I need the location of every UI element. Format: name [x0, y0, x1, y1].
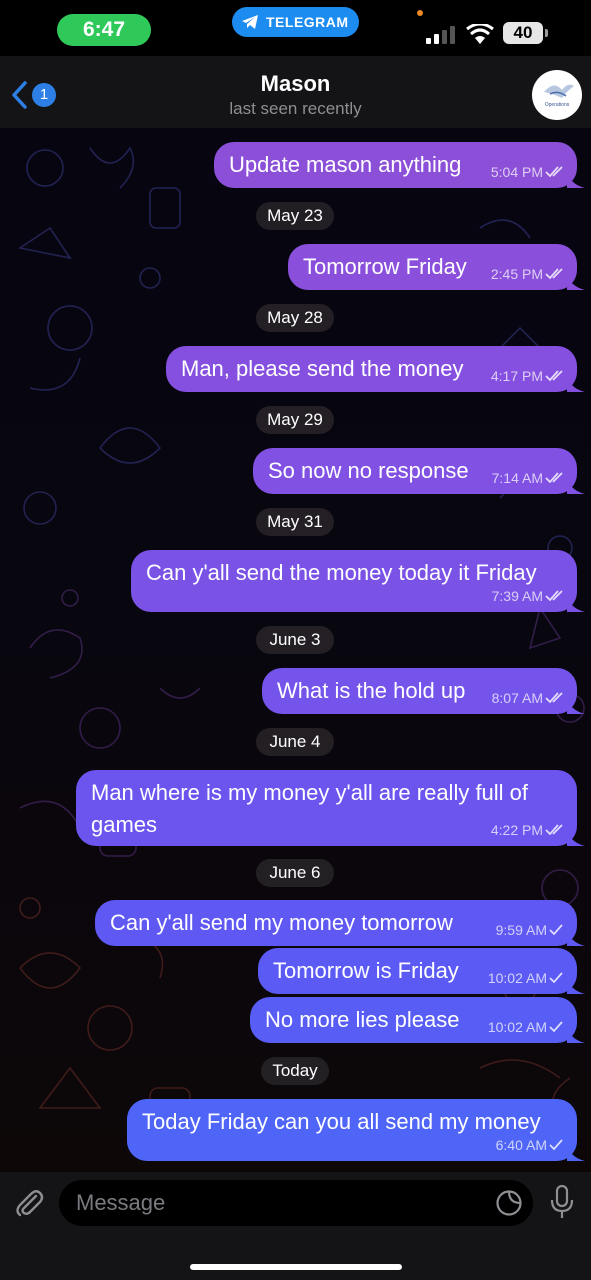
check-icon: [549, 1021, 563, 1033]
date-separator: May 29: [256, 406, 334, 434]
message-text: Tomorrow Friday: [303, 254, 467, 279]
composer-bar: Message: [0, 1172, 591, 1280]
last-seen-status: last seen recently: [229, 99, 362, 118]
message-meta: 4:17 PM: [491, 368, 565, 384]
message-text: Update mason anything: [229, 152, 462, 177]
message-meta: 6:40 AM: [496, 1137, 565, 1153]
outgoing-message[interactable]: Tomorrow is Friday 10:02 AM: [258, 948, 585, 994]
avatar-text: Operations: [545, 102, 570, 108]
message-time: 9:59 AM: [495, 922, 547, 938]
outgoing-message[interactable]: Can y'all send the money today it Friday…: [131, 550, 585, 612]
double-check-icon: [545, 166, 563, 178]
message-text: Man, please send the money: [181, 356, 464, 381]
message-text: Can y'all send the money today it Friday: [146, 560, 537, 585]
cellular-signal-icon: [426, 26, 455, 44]
outgoing-message[interactable]: Man where is my money y'all are really f…: [76, 770, 585, 846]
double-check-icon: [545, 824, 563, 836]
telegram-call-pill[interactable]: TELEGRAM: [232, 7, 359, 37]
outgoing-message[interactable]: No more lies please 10:02 AM: [250, 997, 585, 1043]
bubble-tail: [567, 976, 585, 994]
microphone-icon[interactable]: [548, 1184, 576, 1220]
contact-name[interactable]: Mason: [0, 71, 591, 97]
message-time: 5:04 PM: [490, 164, 543, 180]
chat-header: 1 Mason last seen recently Operations: [0, 56, 591, 128]
outgoing-message[interactable]: Update mason anything 5:04 PM: [214, 142, 585, 188]
bubble-tail: [567, 476, 585, 494]
date-separator: May 28: [256, 304, 334, 332]
message-time: 6:40 AM: [495, 1137, 547, 1153]
battery-nub: [545, 29, 548, 37]
message-time: 7:39 AM: [491, 588, 543, 604]
bubble-tail: [567, 1143, 585, 1161]
message-meta: 7:39 AM: [492, 588, 565, 604]
message-meta: 10:02 AM: [488, 970, 565, 986]
check-icon: [549, 924, 563, 936]
message-time: 7:14 AM: [491, 470, 543, 486]
message-time: 2:45 PM: [490, 266, 543, 282]
outgoing-message[interactable]: Tomorrow Friday 2:45 PM: [288, 244, 585, 290]
message-meta: 5:04 PM: [491, 164, 565, 180]
message-meta: 9:59 AM: [496, 922, 565, 938]
check-icon: [549, 1139, 563, 1151]
status-time[interactable]: 6:47: [57, 14, 151, 46]
status-bar: 6:47 TELEGRAM 40: [0, 0, 591, 56]
contact-avatar[interactable]: Operations: [532, 70, 582, 120]
date-separator: June 4: [256, 728, 334, 756]
home-indicator: [190, 1264, 402, 1270]
message-time: 4:22 PM: [490, 822, 543, 838]
bubble-tail: [567, 828, 585, 846]
message-text: So now no response: [268, 458, 469, 483]
message-text: Can y'all send my money tomorrow: [110, 910, 453, 935]
message-text: Today Friday can you all send my money: [142, 1109, 541, 1134]
double-check-icon: [545, 472, 563, 484]
outgoing-message[interactable]: Man, please send the money 4:17 PM: [166, 346, 585, 392]
date-separator: June 6: [256, 859, 334, 887]
bubble-tail: [567, 170, 585, 188]
message-text: No more lies please: [265, 1007, 460, 1032]
battery-indicator: 40: [503, 22, 543, 44]
date-separator: Today: [261, 1057, 329, 1085]
outgoing-message[interactable]: Today Friday can you all send my money 6:…: [127, 1099, 585, 1161]
double-check-icon: [545, 590, 563, 602]
check-icon: [549, 972, 563, 984]
message-text: What is the hold up: [277, 678, 466, 703]
attach-icon[interactable]: [12, 1186, 46, 1220]
message-input[interactable]: Message: [59, 1180, 533, 1226]
message-meta: 8:07 AM: [492, 690, 565, 706]
message-time: 10:02 AM: [487, 1019, 547, 1035]
double-check-icon: [545, 692, 563, 704]
message-meta: 2:45 PM: [491, 266, 565, 282]
date-separator: May 31: [256, 508, 334, 536]
message-time: 10:02 AM: [487, 970, 547, 986]
telegram-icon: [242, 15, 258, 29]
message-meta: 10:02 AM: [488, 1019, 565, 1035]
wifi-icon: [466, 24, 494, 44]
bubble-tail: [567, 594, 585, 612]
outgoing-message[interactable]: So now no response 7:14 AM: [253, 448, 585, 494]
bubble-tail: [567, 374, 585, 392]
bubble-tail: [567, 696, 585, 714]
bubble-tail: [567, 928, 585, 946]
double-check-icon: [545, 370, 563, 382]
bubble-tail: [567, 1025, 585, 1043]
message-meta: 4:22 PM: [491, 822, 565, 838]
date-separator: May 23: [256, 202, 334, 230]
message-meta: 7:14 AM: [492, 470, 565, 486]
sticker-icon[interactable]: [495, 1189, 523, 1217]
date-separator: June 3: [256, 626, 334, 654]
avatar-logo: Operations: [544, 84, 574, 108]
message-placeholder: Message: [76, 1190, 166, 1215]
outgoing-message[interactable]: Can y'all send my money tomorrow 9:59 AM: [95, 900, 585, 946]
privacy-indicator-dot: [417, 10, 423, 16]
telegram-pill-label: TELEGRAM: [266, 14, 349, 30]
message-time: 4:17 PM: [490, 368, 543, 384]
bubble-tail: [567, 272, 585, 290]
outgoing-message[interactable]: What is the hold up 8:07 AM: [262, 668, 585, 714]
double-check-icon: [545, 268, 563, 280]
message-time: 8:07 AM: [491, 690, 543, 706]
message-text: Tomorrow is Friday: [273, 958, 459, 983]
